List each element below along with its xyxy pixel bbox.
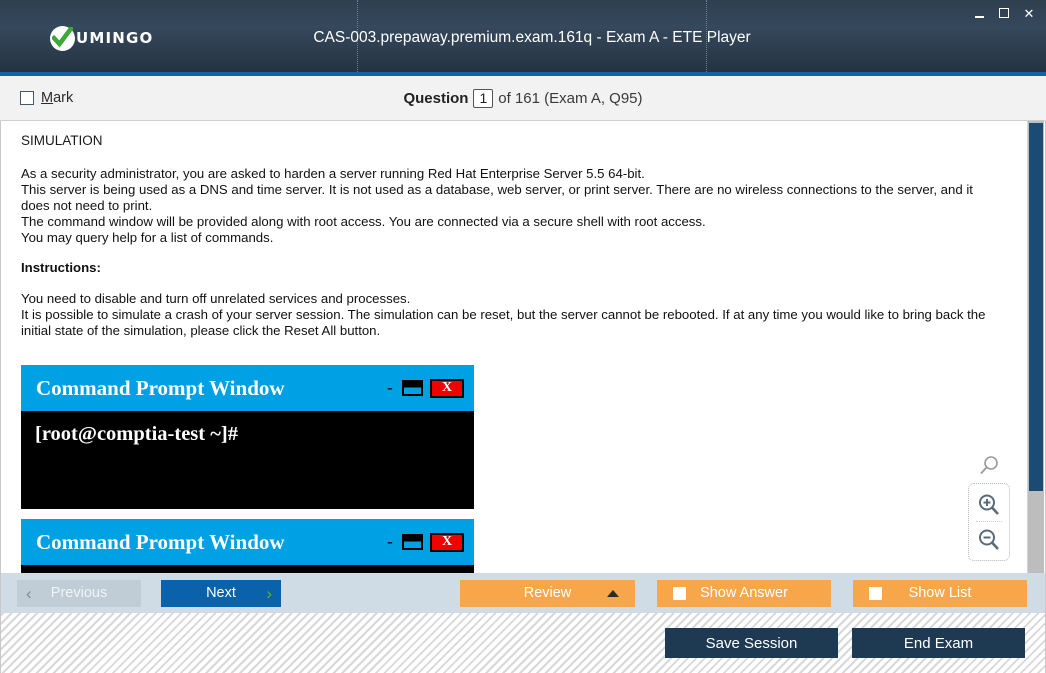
window-title-area: CAS-003.prepaway.premium.exam.161q - Exa… [313, 0, 751, 76]
triangle-up-icon [607, 589, 619, 597]
command-window-buttons-2: - X [385, 532, 464, 552]
command-window-title-1: Command Prompt Window [36, 375, 285, 400]
instructions-line-1: You need to disable and turn off unrelat… [21, 291, 411, 306]
previous-button[interactable]: ‹ Previous [17, 579, 141, 607]
command-window-titlebar-2: Command Prompt Window - X [21, 519, 474, 565]
checkmark-icon [52, 26, 73, 48]
command-prompt-window-2: Command Prompt Window - X [root@comptia-… [21, 519, 474, 573]
show-list-button[interactable]: Show List [853, 579, 1027, 607]
review-button[interactable]: Review [460, 579, 635, 607]
zoom-out-button[interactable] [969, 523, 1009, 556]
instructions-paragraph: You need to disable and turn off unrelat… [21, 291, 1003, 339]
maximize-icon[interactable] [997, 6, 1011, 20]
zoom-reset-button[interactable] [968, 455, 1010, 477]
scenario-paragraph: As a security administrator, you are ask… [21, 166, 1003, 246]
zoom-in-button[interactable] [969, 488, 1009, 521]
zoom-buttons-panel [968, 483, 1010, 561]
show-list-label: Show List [908, 585, 972, 601]
window-controls: ✕ [972, 6, 1036, 20]
command-terminal-2[interactable]: [root@comptia-test ~]# [21, 565, 474, 573]
mark-label: Mark [41, 90, 73, 106]
question-counter: Question 1 of 161 (Exam A, Q95) [0, 88, 1046, 108]
magnifier-icon [980, 456, 998, 475]
minimize-icon[interactable] [972, 6, 986, 20]
show-answer-checkbox[interactable] [673, 586, 686, 600]
chevron-left-icon: ‹ [26, 583, 32, 603]
command-terminal-1[interactable]: [root@comptia-test ~]# [21, 411, 474, 509]
show-list-checkbox[interactable] [869, 586, 882, 600]
command-restore-icon-2[interactable] [402, 534, 423, 550]
magnifier-minus-icon [979, 529, 999, 550]
magnifier-plus-icon [979, 494, 999, 515]
scenario-line-2: This server is being used as a DNS and t… [21, 182, 973, 213]
command-windows-stack: Command Prompt Window - X [root@comptia-… [21, 365, 1003, 573]
command-window-buttons-1: - X [385, 378, 464, 398]
brand-area: UMINGO [0, 0, 358, 76]
command-close-button-2[interactable]: X [430, 532, 464, 552]
check-circle-icon [50, 25, 75, 51]
show-answer-button[interactable]: Show Answer [657, 579, 831, 607]
window-title: CAS-003.prepaway.premium.exam.161q - Exa… [313, 29, 751, 46]
scrollbar-thumb[interactable] [1029, 123, 1043, 491]
command-prompt-line-1: [root@comptia-test ~]# [35, 423, 238, 445]
command-prompt-window-1: Command Prompt Window - X [root@comptia-… [21, 365, 474, 509]
question-total: of 161 (Exam A, Q95) [498, 89, 643, 107]
scenario-line-1: As a security administrator, you are ask… [21, 166, 645, 181]
title-bar: UMINGO CAS-003.prepaway.premium.exam.161… [0, 0, 1046, 76]
question-content-area: SIMULATION As a security administrator, … [0, 121, 1046, 573]
question-word: Question [403, 89, 469, 107]
vumingo-logo: UMINGO [50, 25, 154, 51]
ete-player-window: UMINGO CAS-003.prepaway.premium.exam.161… [0, 0, 1046, 673]
command-close-button-1[interactable]: X [430, 378, 464, 398]
save-session-button[interactable]: Save Session [665, 628, 838, 658]
previous-button-label: Previous [50, 585, 108, 601]
mark-label-rest: ark [53, 90, 74, 106]
title-bar-right: ✕ [707, 0, 1046, 76]
next-button-label: Next [206, 585, 236, 601]
navigation-right-group: Review Show Answer Show List [460, 579, 1027, 607]
footer-bar: Save Session End Exam [0, 613, 1046, 673]
scenario-line-3: The command window will be provided alon… [21, 214, 706, 229]
next-button[interactable]: Next › [161, 579, 281, 607]
command-minimize-icon-1[interactable]: - [385, 379, 395, 396]
question-body: SIMULATION As a security administrator, … [1, 121, 1019, 573]
zoom-tool-panel [968, 455, 1010, 561]
command-minimize-icon-2[interactable]: - [385, 533, 395, 550]
mark-label-accel: M [41, 90, 54, 106]
show-answer-label: Show Answer [700, 585, 788, 601]
scenario-line-4: You may query help for a list of command… [21, 230, 274, 245]
command-windows-gap [21, 509, 1003, 519]
content-scrollbar[interactable] [1027, 121, 1044, 573]
simulation-label: SIMULATION [21, 133, 103, 148]
question-number-input[interactable]: 1 [473, 88, 494, 108]
navigation-bar: ‹ Previous Next › Review Show Answer Sho… [0, 573, 1046, 613]
end-exam-button[interactable]: End Exam [852, 628, 1025, 658]
question-header-bar: Mark Question 1 of 161 (Exam A, Q95) [0, 76, 1046, 121]
close-icon[interactable]: ✕ [1022, 6, 1036, 20]
mark-checkbox[interactable]: Mark [20, 90, 73, 106]
brand-name: UMINGO [76, 29, 154, 47]
review-button-label: Review [523, 585, 572, 601]
command-restore-icon-1[interactable] [402, 380, 423, 396]
command-window-title-2: Command Prompt Window [36, 529, 285, 554]
command-window-titlebar-1: Command Prompt Window - X [21, 365, 474, 411]
chevron-right-icon: › [266, 583, 272, 603]
mark-checkbox-box[interactable] [20, 91, 34, 105]
instructions-heading: Instructions: [21, 260, 101, 275]
instructions-line-2: It is possible to simulate a crash of yo… [21, 307, 986, 338]
